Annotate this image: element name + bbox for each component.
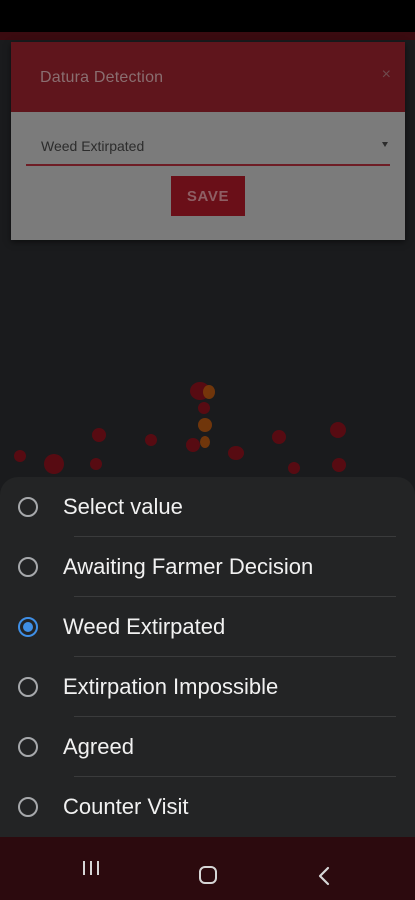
map-marker — [14, 450, 26, 462]
map-marker — [203, 385, 215, 399]
dropdown-arrow-icon — [382, 142, 388, 147]
dialog-header: Datura Detection × — [11, 42, 405, 112]
radio-icon — [18, 737, 38, 757]
home-icon[interactable] — [199, 866, 217, 884]
status-bar — [0, 0, 415, 32]
status-select[interactable]: Weed Extirpated — [26, 138, 390, 166]
recents-icon[interactable] — [83, 861, 101, 875]
option-weed-extirpated[interactable]: Weed Extirpated — [18, 597, 396, 657]
map-marker — [198, 402, 210, 414]
datura-detection-dialog: Datura Detection × Weed Extirpated SAVE — [11, 42, 405, 240]
status-select-value: Weed Extirpated — [41, 138, 145, 154]
option-label: Agreed — [63, 734, 134, 759]
map-marker — [186, 438, 200, 452]
app-header-strip — [0, 32, 415, 40]
map-area — [0, 240, 415, 480]
option-label: Weed Extirpated — [63, 614, 226, 639]
map-marker — [228, 446, 244, 460]
radio-icon — [18, 497, 38, 517]
map-marker — [90, 458, 102, 470]
select-options-sheet: Select value Awaiting Farmer Decision We… — [0, 477, 415, 837]
option-select-value[interactable]: Select value — [18, 477, 396, 537]
option-label: Awaiting Farmer Decision — [63, 554, 314, 579]
map-marker — [330, 422, 346, 438]
back-icon[interactable] — [317, 866, 331, 886]
map-marker — [145, 434, 157, 446]
map-marker — [332, 458, 346, 472]
map-marker — [200, 436, 210, 448]
radio-icon — [18, 797, 38, 817]
option-label: Counter Visit — [63, 794, 189, 819]
option-label: Select value — [63, 494, 183, 519]
radio-icon — [18, 557, 38, 577]
option-label: Extirpation Impossible — [63, 674, 279, 699]
radio-checked-icon — [18, 617, 38, 637]
radio-icon — [18, 677, 38, 697]
option-counter-visit[interactable]: Counter Visit — [18, 777, 396, 837]
option-awaiting-farmer-decision[interactable]: Awaiting Farmer Decision — [18, 537, 396, 597]
dialog-title: Datura Detection — [40, 69, 164, 86]
option-extirpation-impossible[interactable]: Extirpation Impossible — [18, 657, 396, 717]
map-marker — [92, 428, 106, 442]
option-agreed[interactable]: Agreed — [18, 717, 396, 777]
map-marker — [198, 418, 212, 432]
close-icon[interactable]: × — [382, 66, 391, 84]
save-button[interactable]: SAVE — [171, 176, 245, 216]
map-marker — [272, 430, 286, 444]
map-marker — [288, 462, 300, 474]
map-marker — [44, 454, 64, 474]
